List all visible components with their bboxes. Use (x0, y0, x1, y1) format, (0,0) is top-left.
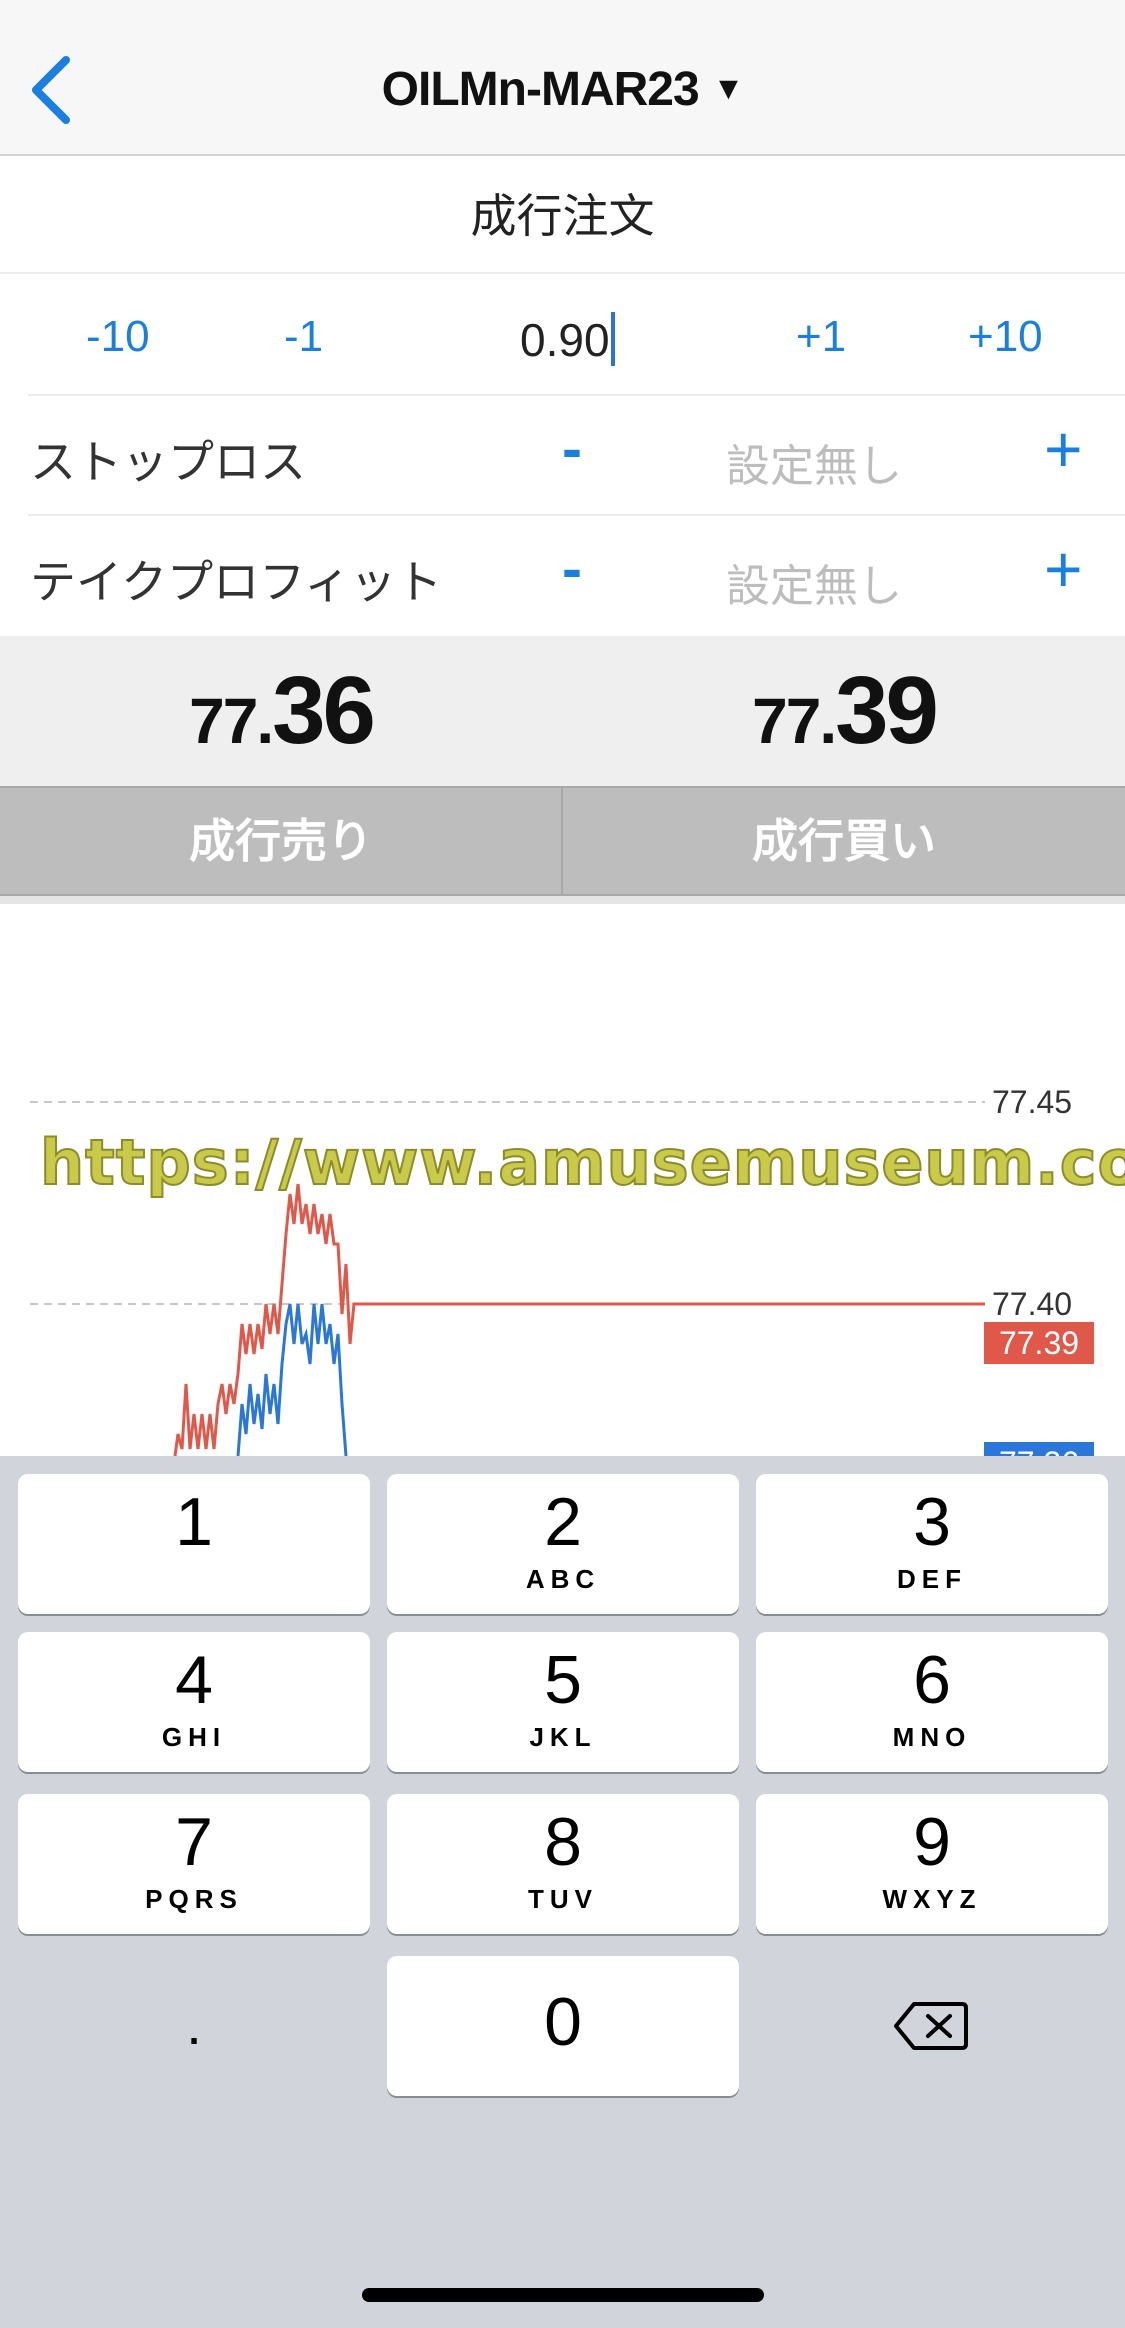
key-2[interactable]: 2 ABC (387, 1474, 739, 1614)
key-9[interactable]: 9 WXYZ (756, 1794, 1108, 1934)
key-8[interactable]: 8 TUV (387, 1794, 739, 1934)
bid-price-prefix: 77. (189, 685, 274, 757)
volume-minus1-button[interactable]: -1 (284, 312, 323, 362)
nav-header: OILMn-MAR23 ▼ (0, 0, 1125, 156)
key-4[interactable]: 4 GHI (18, 1632, 370, 1772)
key-digit: 6 (913, 1642, 951, 1718)
take-profit-minus-button[interactable]: - (562, 534, 582, 603)
symbol-selector[interactable]: OILMn-MAR23 ▼ (0, 62, 1125, 117)
take-profit-label: テイクプロフィット (30, 555, 443, 609)
bid-price-tag: 77.36 (984, 1442, 1094, 1456)
y-axis-label: 77.45 (992, 1084, 1073, 1120)
delete-key[interactable] (756, 1956, 1108, 2096)
trade-buttons: 成行売り 成行買い (0, 786, 1125, 896)
key-digit: 2 (544, 1484, 582, 1560)
stop-loss-plus-button[interactable]: + (1044, 416, 1083, 482)
key-0[interactable]: 0 (387, 1956, 739, 2096)
key-digit: 8 (544, 1804, 582, 1880)
key-decimal[interactable]: . (18, 1956, 370, 2096)
bid-tick-line (236, 1303, 348, 1456)
key-digit: 0 (544, 1984, 582, 2060)
ask-price-main: 39 (835, 657, 939, 764)
buy-by-market-button[interactable]: 成行買い (563, 788, 1125, 894)
volume-minus10-button[interactable]: -10 (86, 312, 150, 362)
watermark-url: https://www.amusemuseum.com/ (39, 1125, 1125, 1200)
stop-loss-label: ストップロス (30, 435, 306, 489)
stop-loss-value[interactable]: 設定無し (726, 430, 902, 494)
key-letters: JKL (529, 1722, 597, 1752)
take-profit-value[interactable]: 設定無し (726, 550, 902, 614)
volume-row: -10 -1 0.90 +1 +10 (0, 276, 1125, 396)
take-profit-row: テイクプロフィット - 設定無し + (0, 516, 1125, 636)
symbol-title: OILMn-MAR23 (381, 63, 700, 116)
key-letters: PQRS (145, 1884, 243, 1914)
key-digit: 5 (544, 1642, 582, 1718)
order-screen: OILMn-MAR23 ▼ 成行注文 -10 -1 0.90 +1 +10 ストッ… (0, 0, 1125, 2328)
key-digit: 3 (913, 1484, 951, 1560)
key-letters: MNO (892, 1722, 972, 1752)
key-7[interactable]: 7 PQRS (18, 1794, 370, 1934)
backspace-icon (894, 2002, 968, 2050)
key-6[interactable]: 6 MNO (756, 1632, 1108, 1772)
divider (0, 896, 1125, 904)
key-letters: ABC (525, 1564, 601, 1594)
volume-value: 0.90 (520, 314, 610, 366)
decimal-point: . (186, 1993, 202, 2056)
y-axis-label: 77.40 (992, 1286, 1073, 1322)
key-letters: TUV (528, 1884, 598, 1914)
key-letters: WXYZ (882, 1884, 982, 1914)
bid-price: 77.36 (0, 656, 562, 766)
tick-chart: 77.45 77.40 77.39 77.36 https://www.amus… (0, 904, 1125, 1456)
ask-price: 77.39 (563, 656, 1125, 766)
home-indicator[interactable] (362, 2288, 764, 2302)
sell-by-market-button[interactable]: 成行売り (0, 788, 562, 894)
dropdown-caret-icon: ▼ (712, 70, 745, 106)
stop-loss-row: ストップロス - 設定無し + (0, 396, 1125, 516)
volume-plus10-button[interactable]: +10 (968, 312, 1043, 362)
key-3[interactable]: 3 DEF (756, 1474, 1108, 1614)
numeric-keypad: 1 2 ABC 3 DEF 4 GHI 5 JKL 6 MNO 7 PQRS 8 (0, 1456, 1125, 2328)
ask-price-prefix: 77. (752, 685, 837, 757)
key-letters: DEF (897, 1564, 967, 1594)
key-digit: 7 (175, 1804, 213, 1880)
text-cursor (610, 312, 615, 366)
key-5[interactable]: 5 JKL (387, 1632, 739, 1772)
order-type-label[interactable]: 成行注文 (0, 158, 1125, 274)
key-digit: 9 (913, 1804, 951, 1880)
volume-plus1-button[interactable]: +1 (796, 312, 846, 362)
bid-price-main: 36 (272, 657, 376, 764)
take-profit-plus-button[interactable]: + (1044, 536, 1083, 602)
volume-input[interactable]: 0.90 (520, 312, 615, 367)
key-digit: 4 (175, 1642, 213, 1718)
price-panel: 77.36 77.39 (0, 636, 1125, 786)
stop-loss-minus-button[interactable]: - (562, 414, 582, 483)
ask-price-tag: 77.39 (984, 1322, 1094, 1364)
key-digit: 1 (175, 1484, 213, 1560)
key-1[interactable]: 1 (18, 1474, 370, 1614)
key-letters: GHI (161, 1722, 227, 1752)
